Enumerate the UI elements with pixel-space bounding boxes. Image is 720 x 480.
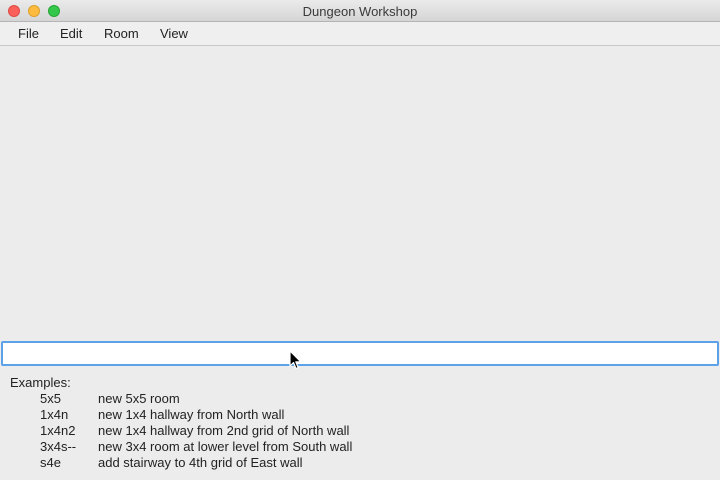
menu-file[interactable]: File <box>18 26 39 41</box>
menu-bar: File Edit Room View <box>0 22 720 46</box>
example-row: s4e add stairway to 4th grid of East wal… <box>10 455 710 471</box>
window-title: Dungeon Workshop <box>302 4 418 19</box>
example-row: 1x4n new 1x4 hallway from North wall <box>10 407 710 423</box>
menu-edit[interactable]: Edit <box>60 26 82 41</box>
example-description: new 5x5 room <box>98 391 180 406</box>
example-description: new 3x4 room at lower level from South w… <box>98 439 353 454</box>
menu-view[interactable]: View <box>160 26 188 41</box>
example-command: s4e <box>40 455 61 470</box>
app-window: Dungeon Workshop File Edit Room View Exa… <box>0 0 720 480</box>
example-description: new 1x4 hallway from North wall <box>98 407 285 422</box>
example-row: 1x4n2 new 1x4 hallway from 2nd grid of N… <box>10 423 710 439</box>
example-row: 5x5 new 5x5 room <box>10 391 710 407</box>
example-command: 5x5 <box>40 391 61 406</box>
example-description: add stairway to 4th grid of East wall <box>98 455 303 470</box>
menu-room[interactable]: Room <box>104 26 139 41</box>
example-row: 3x4s-- new 3x4 room at lower level from … <box>10 439 710 455</box>
example-command: 1x4n2 <box>40 423 76 438</box>
command-input[interactable] <box>1 341 719 366</box>
title-bar[interactable]: Dungeon Workshop <box>0 0 720 22</box>
example-command: 3x4s-- <box>40 439 77 454</box>
dungeon-canvas[interactable] <box>0 47 720 339</box>
example-description: new 1x4 hallway from 2nd grid of North w… <box>98 423 350 438</box>
example-command: 1x4n <box>40 407 69 422</box>
examples-panel: Examples: 5x5 new 5x5 room 1x4n new 1x4 … <box>10 375 710 471</box>
mouse-pointer-icon <box>289 350 302 370</box>
examples-heading: Examples: <box>10 375 71 390</box>
